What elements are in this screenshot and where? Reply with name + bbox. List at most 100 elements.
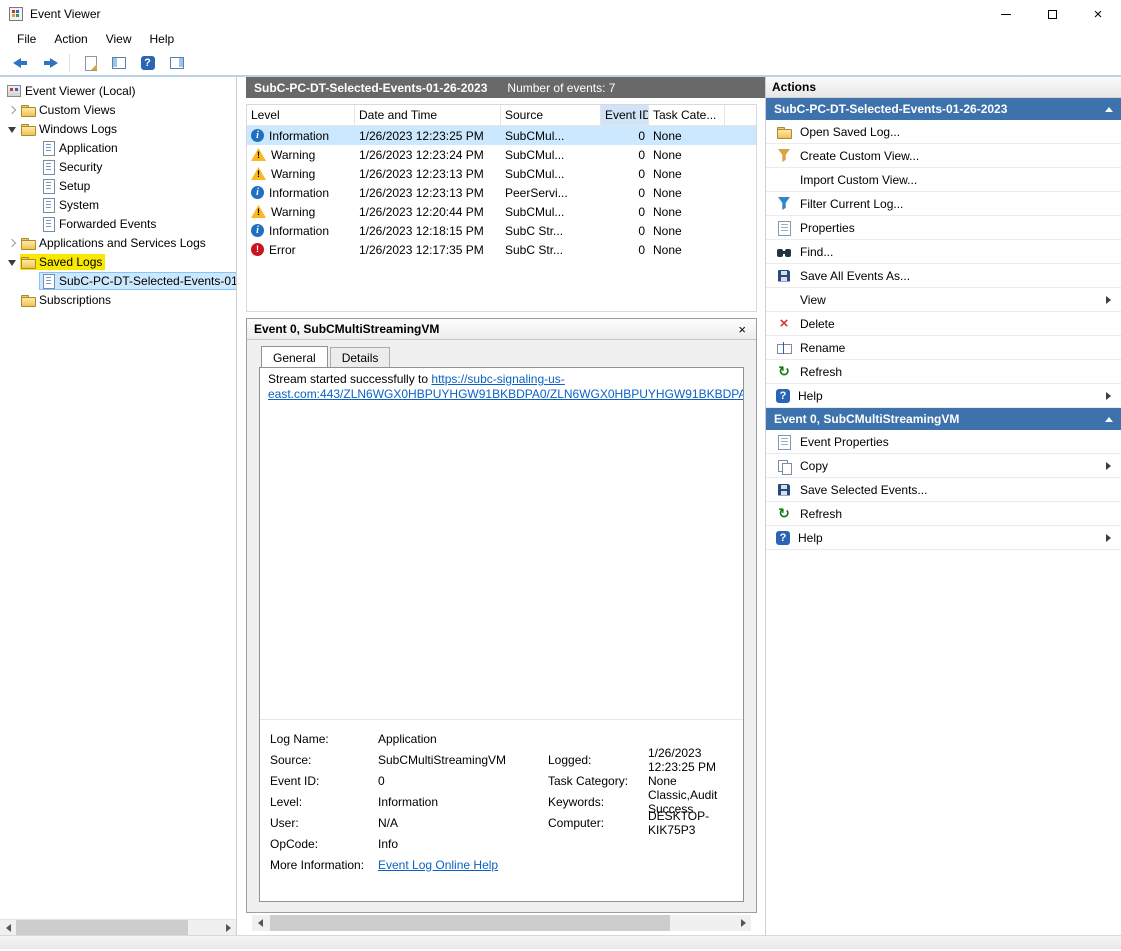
export-list-button[interactable] (77, 52, 102, 74)
menu-view[interactable]: View (97, 30, 141, 48)
help-button[interactable]: ? (135, 52, 160, 74)
computer-value: DESKTOP-KIK75P3 (648, 809, 743, 837)
action-create-custom-view[interactable]: Create Custom View... (766, 144, 1121, 168)
menu-file[interactable]: File (8, 30, 45, 48)
sidebar-item-subc-pc-dt-selected-events[interactable]: SubC-PC-DT-Selected-Events-01- (0, 271, 236, 290)
tab-label: General (273, 351, 316, 365)
level-label: Level: (270, 795, 378, 809)
column-header-task-category[interactable]: Task Cate... (649, 105, 725, 125)
scroll-left-button[interactable] (252, 915, 268, 931)
column-header-level[interactable]: Level (247, 105, 355, 125)
chevron-down-icon[interactable] (4, 254, 20, 270)
scroll-left-button[interactable] (0, 920, 16, 935)
sidebar-item-security[interactable]: Security (0, 157, 236, 176)
open-folder-icon (776, 124, 792, 140)
event-row[interactable]: ! Warning 1/26/2023 12:23:24 PM SubCMul.… (247, 145, 756, 164)
action-rename[interactable]: Rename (766, 336, 1121, 360)
actions-title: Actions (772, 80, 816, 94)
save-icon (776, 482, 792, 498)
detail-close-button[interactable]: × (735, 323, 749, 336)
action-save-selected-events[interactable]: Save Selected Events... (766, 478, 1121, 502)
action-delete[interactable]: × Delete (766, 312, 1121, 336)
show-console-tree-button[interactable] (106, 52, 131, 74)
action-import-custom-view[interactable]: Import Custom View... (766, 168, 1121, 192)
action-label: View (800, 293, 826, 307)
event-row[interactable]: ! Warning 1/26/2023 12:23:13 PM SubCMul.… (247, 164, 756, 183)
sidebar-item-system[interactable]: System (0, 195, 236, 214)
chevron-right-icon[interactable] (4, 235, 20, 251)
action-view-submenu[interactable]: View (766, 288, 1121, 312)
show-action-pane-button[interactable] (164, 52, 189, 74)
scrollbar-thumb[interactable] (270, 915, 670, 931)
forward-button[interactable] (37, 52, 62, 74)
collapse-icon[interactable] (1105, 107, 1113, 112)
sidebar-item-applications-and-services-logs[interactable]: Applications and Services Logs (0, 233, 236, 252)
action-filter-current-log[interactable]: Filter Current Log... (766, 192, 1121, 216)
action-save-all-events-as[interactable]: Save All Events As... (766, 264, 1121, 288)
tree-horizontal-scrollbar[interactable] (0, 919, 236, 935)
action-label: Save All Events As... (800, 269, 910, 283)
column-header-source[interactable]: Source (501, 105, 601, 125)
scroll-right-button[interactable] (735, 915, 751, 931)
maximize-button[interactable] (1029, 0, 1075, 28)
action-find[interactable]: Find... (766, 240, 1121, 264)
sidebar-item-forwarded-events[interactable]: Forwarded Events (0, 214, 236, 233)
action-refresh-event[interactable]: ↻ Refresh (766, 502, 1121, 526)
column-header-event-id[interactable]: Event ID (601, 105, 649, 125)
menu-action[interactable]: Action (45, 30, 96, 48)
properties-sheet-icon (776, 434, 792, 450)
event-row[interactable]: i Information 1/26/2023 12:23:13 PM Peer… (247, 183, 756, 202)
tree-root-event-viewer-local[interactable]: Event Viewer (Local) (0, 81, 236, 100)
sidebar-item-saved-logs[interactable]: Saved Logs (0, 252, 236, 271)
action-help-submenu[interactable]: ? Help (766, 384, 1121, 408)
sidebar-item-setup[interactable]: Setup (0, 176, 236, 195)
event-row-selected[interactable]: i Information 1/26/2023 12:23:25 PM SubC… (247, 126, 756, 145)
sidebar-item-application[interactable]: Application (0, 138, 236, 157)
scrollbar-track[interactable] (670, 915, 735, 931)
actions-section-event[interactable]: Event 0, SubCMultiStreamingVM (766, 408, 1121, 430)
action-copy-submenu[interactable]: Copy (766, 454, 1121, 478)
event-log-icon (40, 273, 56, 289)
log-title-bar: SubC-PC-DT-Selected-Events-01-26-2023 Nu… (246, 77, 765, 98)
tab-general[interactable]: General (261, 346, 328, 367)
create-filter-icon (776, 148, 792, 164)
action-open-saved-log[interactable]: Open Saved Log... (766, 120, 1121, 144)
opcode-value: Info (378, 837, 548, 851)
close-button[interactable]: × (1075, 0, 1121, 28)
task-category-value: None (648, 774, 743, 788)
back-button[interactable] (8, 52, 33, 74)
event-row[interactable]: i Information 1/26/2023 12:18:15 PM SubC… (247, 221, 756, 240)
event-id-cell: 0 (601, 186, 649, 200)
console-tree: Event Viewer (Local) Custom Views Window… (0, 77, 236, 919)
caption-buttons: × (983, 0, 1121, 28)
chevron-down-icon[interactable] (4, 121, 20, 137)
scrollbar-thumb[interactable] (16, 920, 188, 935)
detail-horizontal-scrollbar[interactable] (252, 915, 751, 931)
action-event-properties[interactable]: Event Properties (766, 430, 1121, 454)
collapse-icon[interactable] (1105, 417, 1113, 422)
menu-help[interactable]: Help (141, 30, 184, 48)
action-properties[interactable]: Properties (766, 216, 1121, 240)
events-count: Number of events: 7 (507, 81, 615, 95)
actions-section-log[interactable]: SubC-PC-DT-Selected-Events-01-26-2023 (766, 98, 1121, 120)
column-header-date-and-time[interactable]: Date and Time (355, 105, 501, 125)
minimize-button[interactable] (983, 0, 1029, 28)
scrollbar-track[interactable] (188, 920, 220, 935)
folder-icon (20, 235, 36, 251)
chevron-right-icon[interactable] (4, 102, 20, 118)
event-row[interactable]: ! Error 1/26/2023 12:17:35 PM SubC Str..… (247, 240, 756, 259)
event-row[interactable]: ! Warning 1/26/2023 12:20:44 PM SubCMul.… (247, 202, 756, 221)
sidebar-item-subscriptions[interactable]: Subscriptions (0, 290, 236, 309)
scroll-right-button[interactable] (220, 920, 236, 935)
action-label: Properties (800, 221, 855, 235)
action-label: Refresh (800, 365, 842, 379)
tab-details[interactable]: Details (330, 347, 391, 368)
action-refresh[interactable]: ↻ Refresh (766, 360, 1121, 384)
sidebar-item-windows-logs[interactable]: Windows Logs (0, 119, 236, 138)
sidebar-item-custom-views[interactable]: Custom Views (0, 100, 236, 119)
level-cell: i Information (247, 129, 355, 143)
detail-tabbox: General Details Stream started successfu… (259, 346, 744, 902)
action-help-event-submenu[interactable]: ? Help (766, 526, 1121, 550)
task-category-label: Task Category: (548, 774, 648, 788)
event-log-online-help-link[interactable]: Event Log Online Help (378, 858, 548, 872)
